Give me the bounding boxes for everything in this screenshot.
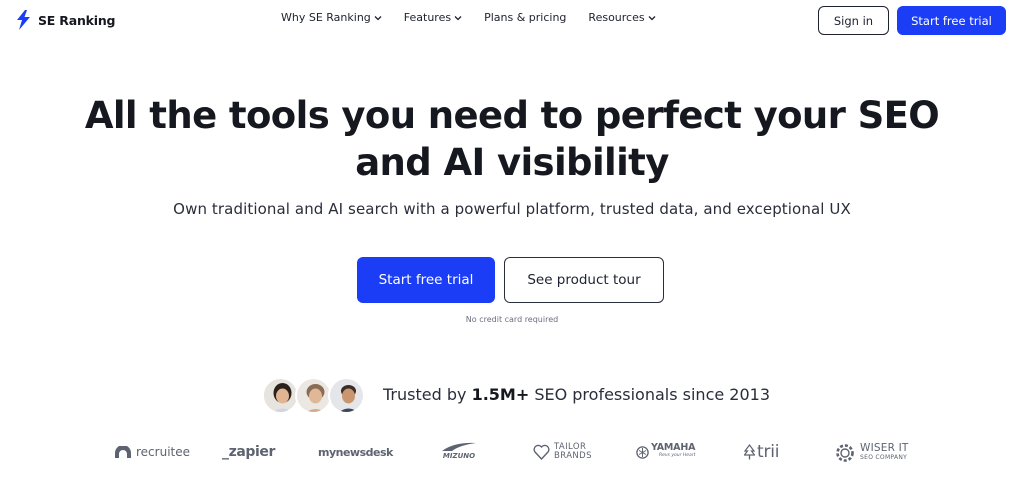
logo-text: recruitee xyxy=(136,445,190,459)
tailor-heart-icon xyxy=(533,444,550,460)
main-nav: Why SE Ranking Features Plans & pricing … xyxy=(281,11,678,24)
yamaha-tuning-fork-icon xyxy=(636,445,649,459)
wiser-it-logo: WISER IT SEO COMPANY xyxy=(834,442,909,464)
chevron-down-icon xyxy=(374,15,382,20)
site-header: SE Ranking Why SE Ranking Features Plans… xyxy=(0,0,1024,40)
mizuno-logo: MIZUNO xyxy=(440,441,478,460)
trii-logo: trii xyxy=(744,442,780,462)
see-product-tour-button[interactable]: See product tour xyxy=(504,257,664,303)
chevron-down-icon xyxy=(648,15,656,20)
logo-text: WISER IT xyxy=(860,442,909,454)
avatar xyxy=(262,377,299,414)
trust-prefix: Trusted by xyxy=(383,385,467,404)
logo-text: mynewsdesk xyxy=(318,446,393,459)
logo-subtext: BRANDS xyxy=(554,451,592,461)
trii-tree-icon xyxy=(744,444,755,460)
wiser-it-gear-icon xyxy=(836,444,854,462)
logo-subtext: SEO COMPANY xyxy=(860,454,908,461)
nav-item-plans-pricing[interactable]: Plans & pricing xyxy=(484,11,566,24)
nav-item-label: Features xyxy=(403,11,452,24)
hero-headline-line-1: All the tools you need to perfect your S… xyxy=(84,94,940,137)
chevron-down-icon xyxy=(454,15,462,20)
recruitee-logo: recruitee xyxy=(113,445,190,459)
customer-avatars xyxy=(262,377,366,415)
trust-suffix: SEO professionals since 2013 xyxy=(534,385,771,404)
header-start-free-trial-button[interactable]: Start free trial xyxy=(897,6,1006,35)
yamaha-logo: YAMAHA Revs your Heart xyxy=(636,442,696,460)
brand-logo[interactable]: SE Ranking xyxy=(14,9,116,31)
nav-item-label: Plans & pricing xyxy=(484,11,567,24)
logo-text: _zapier xyxy=(222,444,276,460)
hero-cta-group: Start free trial See product tour xyxy=(357,257,664,303)
hero-start-free-trial-button[interactable]: Start free trial xyxy=(357,257,495,303)
zapier-logo: _zapier xyxy=(222,444,275,460)
nav-item-resources[interactable]: Resources xyxy=(588,11,656,24)
nav-item-label: Why SE Ranking xyxy=(281,11,371,24)
recruitee-mark-icon xyxy=(115,446,131,458)
sign-in-button[interactable]: Sign in xyxy=(818,6,889,35)
hero-headline-line-2: and AI visibility xyxy=(355,141,669,184)
logo-text: MIZUNO xyxy=(442,452,476,460)
avatar xyxy=(328,377,365,414)
nav-item-label: Resources xyxy=(588,11,645,24)
nav-item-why-se-ranking[interactable]: Why SE Ranking xyxy=(281,11,382,24)
nav-item-features[interactable]: Features xyxy=(404,11,462,24)
lightning-logo-icon xyxy=(17,10,30,30)
mynewsdesk-logo: mynewsdesk xyxy=(318,446,393,459)
logo-text: YAMAHA xyxy=(651,442,696,453)
trust-count: 1.5M+ xyxy=(471,385,530,404)
logo-text: trii xyxy=(757,442,780,462)
hero-headline: All the tools you need to perfect your S… xyxy=(0,92,1024,186)
trust-statement: Trusted by 1.5M+ SEO professionals since… xyxy=(383,385,770,404)
tailor-brands-logo: TAILOR BRANDS xyxy=(533,443,592,461)
customer-logo-strip: recruitee _zapier mynewsdesk MIZUNO TAIL… xyxy=(0,436,1024,472)
avatar xyxy=(295,377,332,414)
brand-name: SE Ranking xyxy=(38,12,116,28)
hero-subheadline: Own traditional and AI search with a pow… xyxy=(173,200,851,218)
no-credit-card-note: No credit card required xyxy=(465,315,559,324)
logo-subtext: Revs your Heart xyxy=(659,453,696,458)
